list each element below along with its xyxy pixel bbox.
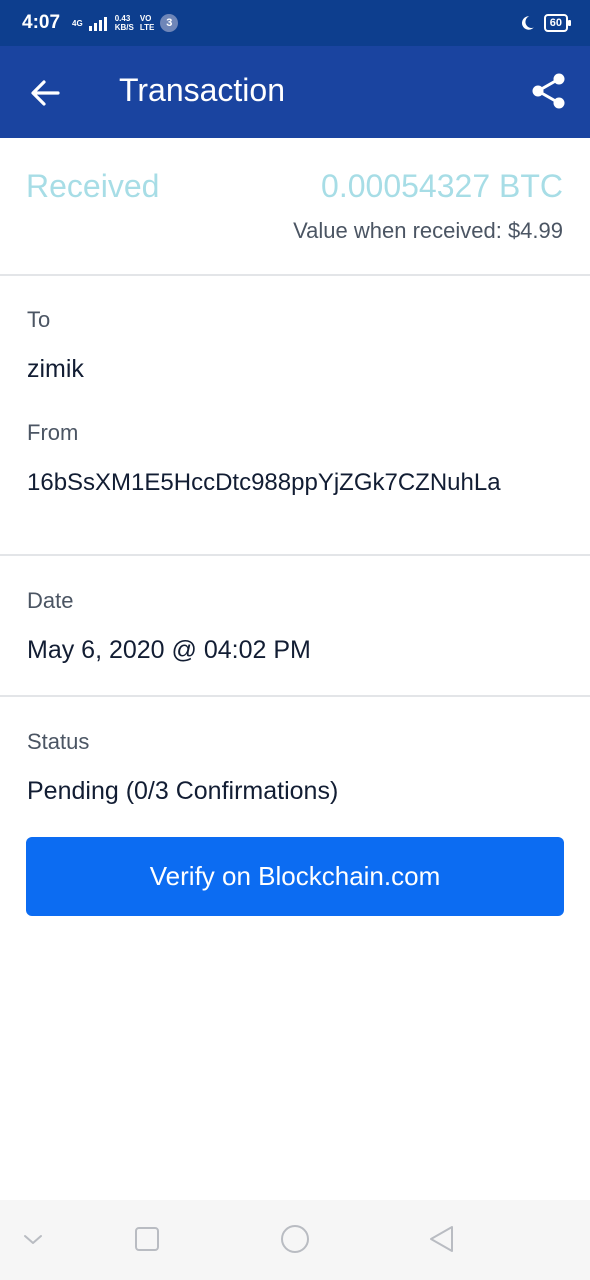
from-label: From <box>27 420 79 445</box>
status-right: 60 <box>518 14 572 32</box>
share-icon[interactable] <box>530 72 568 110</box>
status-label: Status <box>27 729 90 754</box>
status-bar: 4:07 4G 0.43 KB/S VO LTE 3 60 <box>0 0 590 46</box>
moon-icon <box>521 16 534 30</box>
volte-top: VO <box>139 14 152 23</box>
status-time: 4:07 <box>22 12 61 33</box>
battery-indicator: 60 <box>543 14 572 32</box>
notification-badge: 3 <box>160 14 179 32</box>
back-triangle-icon[interactable] <box>424 1222 458 1256</box>
transaction-summary: Received 0.00054327 BTC Value when recei… <box>0 138 590 276</box>
volte-bottom: LTE <box>139 23 155 32</box>
date-label: Date <box>27 588 74 613</box>
divider <box>0 695 590 697</box>
recents-square-icon[interactable] <box>130 1222 164 1256</box>
to-value: zimik <box>27 355 84 383</box>
data-speed-unit: KB/S <box>114 23 134 32</box>
chevron-down-icon[interactable] <box>16 1222 50 1256</box>
page-title: Transaction <box>119 72 285 108</box>
data-speed-value: 0.43 <box>114 14 131 23</box>
app-bar: Transaction <box>0 46 590 138</box>
date-value: May 6, 2020 @ 04:02 PM <box>27 636 311 664</box>
from-address: 16bSsXM1E5HccDtc988ppYjZGk7CZNuhLa <box>27 469 501 496</box>
data-speed: 0.43 KB/S <box>115 14 134 32</box>
network-type: 4G <box>72 18 83 28</box>
home-circle-icon[interactable] <box>278 1222 312 1256</box>
signal-icon <box>88 15 107 31</box>
volte-indicator: VO LTE <box>140 14 155 32</box>
divider <box>0 274 590 276</box>
arrow-left-icon[interactable] <box>28 76 62 110</box>
divider <box>0 554 590 556</box>
verify-on-blockchain-button[interactable]: Verify on Blockchain.com <box>26 837 564 916</box>
fiat-value: Value when received: $4.99 <box>293 218 563 243</box>
to-label: To <box>27 307 51 332</box>
system-navigation-bar <box>0 1200 590 1280</box>
direction-label: Received <box>26 168 160 204</box>
status-value: Pending (0/3 Confirmations) <box>27 777 339 805</box>
amount-value: 0.00054327 BTC <box>321 168 563 204</box>
